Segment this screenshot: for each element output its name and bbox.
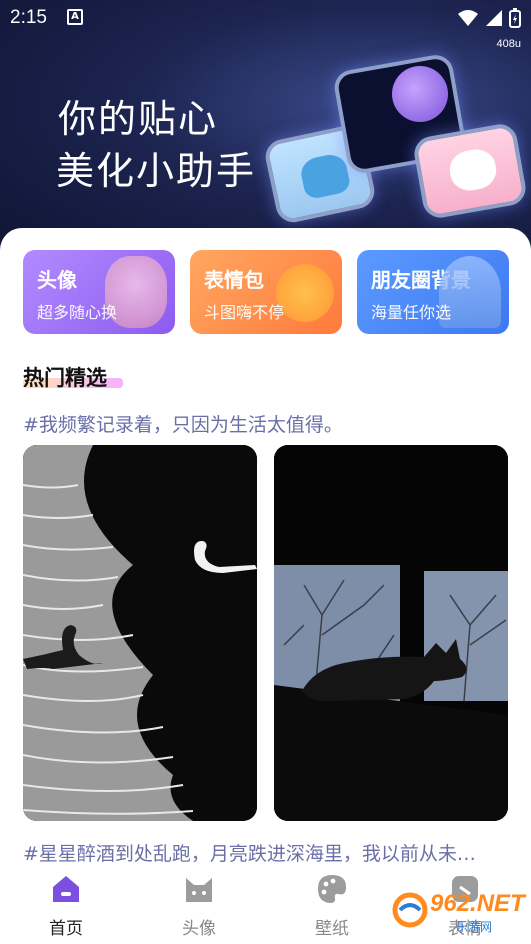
cat-window-image [274, 445, 508, 821]
main-content: 头像 超多随心换 表情包 斗图嗨不停 朋友圈背景 海量任你选 热门精选 #我频繁… [0, 228, 531, 944]
watermark-text: 962.NET [430, 890, 525, 917]
hero-title-line2: 美化小助手 [56, 149, 257, 193]
status-time: 2:15 [10, 7, 47, 28]
signal-icon [486, 10, 502, 26]
nav-label: 首页 [49, 919, 83, 939]
category-subtitle: 超多随心换 [37, 303, 118, 322]
palette-icon [318, 875, 347, 903]
status-icons [457, 8, 521, 28]
watermark-subtext: 乐游网 [456, 920, 493, 934]
category-subtitle: 斗图嗨不停 [204, 303, 285, 322]
hero-title-line1: 你的贴心 [58, 97, 219, 141]
category-subtitle: 海量任你选 [371, 303, 452, 322]
watermark-swirl-icon [392, 892, 428, 928]
post-caption[interactable]: #我频繁记录着，只因为生活太值得。 [23, 410, 343, 437]
nav-item-wallpaper[interactable]: 壁纸 [282, 872, 382, 939]
battery-icon [509, 8, 521, 28]
mascot-illustration [392, 66, 448, 122]
cat-face-icon [186, 878, 212, 902]
photo-cat-window[interactable] [274, 445, 508, 821]
home-icon [53, 876, 79, 902]
section-title: 热门精选 [23, 366, 107, 390]
nav-item-avatar[interactable]: 头像 [149, 872, 249, 939]
photo-swans[interactable] [23, 445, 257, 821]
watermark-logo: 962.NET 乐游网 [392, 888, 526, 934]
category-card-moments-background[interactable]: 朋友圈背景 海量任你选 [357, 250, 509, 334]
nav-item-home[interactable]: 首页 [16, 872, 116, 939]
net-speed: 408u [496, 38, 521, 50]
wifi-icon [458, 10, 478, 26]
nav-label: 头像 [182, 919, 216, 939]
nav-label: 壁纸 [315, 919, 349, 939]
category-card-avatar[interactable]: 头像 超多随心换 [23, 250, 175, 334]
hero-banner[interactable]: 2:15 A 408u 你的贴心 美化小助手 [0, 0, 531, 260]
category-card-stickers[interactable]: 表情包 斗图嗨不停 [190, 250, 342, 334]
notification-icon: A [67, 9, 83, 25]
category-cards: 头像 超多随心换 表情包 斗图嗨不停 朋友圈背景 海量任你选 [23, 250, 509, 336]
status-bar: 2:15 A [0, 0, 531, 36]
swans-image [23, 445, 257, 821]
